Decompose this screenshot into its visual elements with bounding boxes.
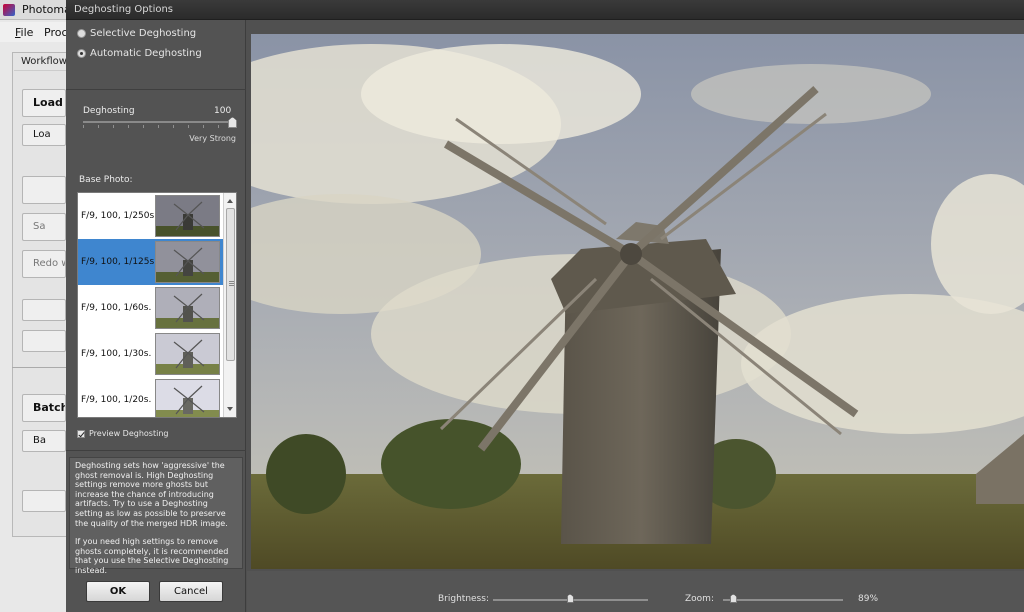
- deghosting-slider-value: 100: [214, 106, 232, 116]
- brightness-slider-thumb[interactable]: [566, 594, 574, 603]
- help-text-box: Deghosting sets how 'aggressive' the gho…: [69, 457, 243, 575]
- exposure-thumbnail: [155, 241, 220, 283]
- menu-file[interactable]: File: [15, 26, 33, 39]
- zoom-slider-track[interactable]: [723, 599, 843, 601]
- preview-controls-bar: Brightness: Zoom: 89%: [247, 571, 1024, 612]
- background-button[interactable]: [22, 299, 66, 321]
- exposure-thumbnail: [155, 195, 220, 237]
- base-photo-item[interactable]: F/9, 100, 1/60s.: [78, 285, 223, 331]
- exposure-thumbnail: [155, 333, 220, 375]
- help-paragraph: If you need high settings to remove ghos…: [75, 537, 229, 575]
- help-paragraph: Deghosting sets how 'aggressive' the gho…: [75, 461, 228, 528]
- menu-process[interactable]: Proc: [44, 26, 68, 39]
- background-button[interactable]: [22, 330, 66, 352]
- deghosting-slider-label: Deghosting: [83, 106, 135, 116]
- zoom-slider-thumb[interactable]: [729, 594, 737, 603]
- radio-label: Selective Deghosting: [90, 28, 197, 39]
- scroll-up-arrow-icon[interactable]: [227, 199, 233, 203]
- radio-label: Automatic Deghosting: [90, 48, 202, 59]
- deghosting-dialog: Deghosting Options Selective Deghosting …: [66, 0, 1024, 612]
- background-button[interactable]: Load: [22, 89, 66, 117]
- list-scrollbar[interactable]: [223, 193, 236, 417]
- preview-deghosting-checkbox[interactable]: Preview Deghosting: [77, 429, 168, 438]
- panel-divider: [12, 367, 72, 368]
- background-button[interactable]: Batch: [22, 394, 66, 422]
- zoom-value: 89%: [858, 594, 879, 604]
- base-photo-item[interactable]: F/9, 100, 1/20s.: [78, 377, 223, 417]
- base-photo-item[interactable]: F/9, 100, 1/250s.: [78, 193, 223, 239]
- dialog-titlebar[interactable]: Deghosting Options: [66, 0, 1024, 20]
- scroll-down-arrow-icon[interactable]: [227, 407, 233, 411]
- zoom-label: Zoom:: [685, 594, 714, 604]
- background-button[interactable]: [22, 490, 66, 512]
- background-button[interactable]: Redo w: [22, 250, 66, 278]
- preview-deghosting-label: Preview Deghosting: [89, 429, 169, 438]
- cancel-button[interactable]: Cancel: [159, 581, 223, 602]
- deghosting-strength-caption: Very Strong: [189, 134, 236, 143]
- brightness-label: Brightness:: [438, 594, 489, 604]
- base-photo-list[interactable]: F/9, 100, 1/250s. F/9, 100, 1/125s. F/9, 1…: [77, 192, 237, 418]
- section-divider: [66, 89, 246, 90]
- ok-button[interactable]: OK: [86, 581, 150, 602]
- radio-button-icon: [77, 29, 86, 38]
- background-button[interactable]: Ba: [22, 430, 66, 452]
- deghosting-slider-thumb[interactable]: [228, 117, 237, 128]
- base-photo-item[interactable]: F/9, 100, 1/125s.: [78, 239, 223, 285]
- exposure-label: F/9, 100, 1/125s.: [81, 257, 158, 267]
- base-photo-label: Base Photo:: [79, 175, 133, 185]
- slider-ticks: [83, 125, 233, 128]
- scrollbar-thumb[interactable]: [226, 208, 235, 361]
- exposure-label: F/9, 100, 1/250s.: [81, 211, 158, 221]
- exposure-label: F/9, 100, 1/20s.: [81, 395, 152, 405]
- deghosting-slider-track[interactable]: [83, 121, 233, 123]
- dialog-title: Deghosting Options: [74, 4, 174, 15]
- exposure-thumbnail: [155, 379, 220, 417]
- exposure-label: F/9, 100, 1/60s.: [81, 303, 152, 313]
- grip-icon: [229, 281, 234, 286]
- exposure-label: F/9, 100, 1/30s.: [81, 349, 152, 359]
- radio-selective-deghosting[interactable]: Selective Deghosting: [77, 28, 196, 39]
- workflow-tab[interactable]: Workflow S: [14, 53, 70, 71]
- options-panel: Selective Deghosting Automatic Deghostin…: [66, 20, 246, 612]
- windmill-preview-picture: [251, 34, 1024, 569]
- hdr-preview-image[interactable]: [251, 34, 1024, 569]
- radio-automatic-deghosting[interactable]: Automatic Deghosting: [77, 48, 202, 59]
- section-divider: [66, 450, 246, 451]
- base-photo-item[interactable]: F/9, 100, 1/30s.: [78, 331, 223, 377]
- background-button[interactable]: [22, 176, 66, 204]
- checkbox-checked-icon: [77, 429, 85, 438]
- background-button[interactable]: Loa: [22, 124, 66, 146]
- app-logo-icon: [3, 4, 15, 16]
- radio-button-icon: [77, 49, 86, 58]
- background-app-title: Photoma: [22, 3, 71, 16]
- background-button[interactable]: Sa: [22, 213, 66, 241]
- exposure-thumbnail: [155, 287, 220, 329]
